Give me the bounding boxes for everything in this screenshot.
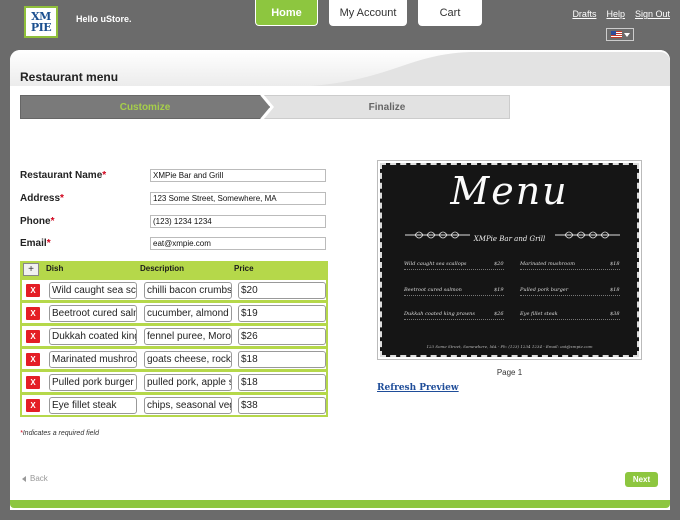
remove-dish-button[interactable]: X bbox=[26, 399, 40, 412]
page-title: Restaurant menu bbox=[20, 70, 119, 84]
language-select[interactable] bbox=[606, 28, 634, 41]
preview-item-price: $19 bbox=[494, 287, 504, 293]
preview-item-name: Dukkah coated king prawns bbox=[404, 311, 475, 317]
dish-row: X Pulled pork burger pulled pork, apple … bbox=[22, 372, 326, 392]
bottom-accent-bar bbox=[10, 500, 670, 508]
dish-row: X Wild caught sea scallops chilli bacon … bbox=[22, 280, 326, 300]
main-panel: Restaurant menu Finalize Customize Resta… bbox=[10, 50, 670, 510]
greeting: Hello uStore. bbox=[76, 14, 132, 24]
dish-price-input[interactable]: $26 bbox=[238, 328, 326, 345]
dish-description-input[interactable]: fennel puree, Moroccan spice bbox=[144, 328, 232, 345]
back-button[interactable]: Back bbox=[22, 474, 48, 483]
email-row: Email* eat@xmpie.com bbox=[20, 235, 326, 251]
dish-name-input[interactable]: Beetroot cured salmon bbox=[49, 305, 137, 322]
preview-item-name: Pulled pork burger bbox=[520, 287, 569, 293]
dish-name-input[interactable]: Marinated mushrooms bbox=[49, 351, 137, 368]
us-flag-icon bbox=[610, 31, 622, 38]
preview-item-desc-line bbox=[520, 295, 620, 297]
remove-dish-button[interactable]: X bbox=[26, 376, 40, 389]
dish-name-input[interactable]: Wild caught sea scallops bbox=[49, 282, 137, 299]
dish-description-input[interactable]: chilli bacon crumbs, lemon bbox=[144, 282, 232, 299]
dish-price-input[interactable]: $19 bbox=[238, 305, 326, 322]
preview-item-name: Beetroot cured salmon bbox=[404, 287, 462, 293]
xmpie-logo[interactable]: XM PIE bbox=[24, 6, 58, 38]
dish-name-input[interactable]: Pulled pork burger bbox=[49, 374, 137, 391]
dish-row: X Marinated mushrooms goats cheese, rock… bbox=[22, 349, 326, 369]
chevron-down-icon bbox=[623, 32, 630, 37]
preview-item-name: Marinated mushroom bbox=[520, 261, 575, 267]
address-input[interactable]: 123 Some Street, Somewhere, MA bbox=[150, 191, 326, 205]
dish-row: X Eye fillet steak chips, seasonal veget… bbox=[22, 395, 326, 415]
phone-input[interactable]: (123) 1234 1234 bbox=[150, 214, 326, 228]
dish-description-input[interactable]: cucumber, almond cream bbox=[144, 305, 232, 322]
drafts-link[interactable]: Drafts bbox=[572, 9, 596, 19]
nav-tab-my-account[interactable]: My Account bbox=[329, 0, 407, 26]
preview-footer: 123 Some Street, Somewhere, MA - Ph: (12… bbox=[426, 344, 593, 349]
nav-tab-home[interactable]: Home bbox=[255, 0, 318, 26]
sign-out-link[interactable]: Sign Out bbox=[635, 9, 670, 19]
preview-item-desc-line bbox=[520, 319, 620, 321]
help-link[interactable]: Help bbox=[606, 9, 625, 19]
preview-item-name: Eye fillet steak bbox=[520, 311, 558, 317]
dish-price-input[interactable]: $38 bbox=[238, 397, 326, 414]
phone-label: Phone* bbox=[20, 215, 55, 227]
chalkboard-preview-image: Menu XMPie Bar and Grill Wild caught sea… bbox=[380, 163, 639, 357]
column-header-dish: Dish bbox=[46, 264, 64, 273]
back-label: Back bbox=[30, 474, 48, 483]
phone-row: Phone* (123) 1234 1234 bbox=[20, 213, 326, 229]
required-field-note: *Indicates a required field bbox=[20, 430, 100, 437]
remove-dish-button[interactable]: X bbox=[26, 353, 40, 366]
restaurant-name-row: Restaurant Name* XMPie Bar and Grill bbox=[20, 167, 326, 183]
preview-item-desc-line bbox=[404, 319, 504, 321]
dish-name-input[interactable]: Eye fillet steak bbox=[49, 397, 137, 414]
preview-item-desc-line bbox=[404, 295, 504, 297]
dish-price-input[interactable]: $18 bbox=[238, 374, 326, 391]
email-label: Email* bbox=[20, 237, 51, 249]
step-customize[interactable]: Customize bbox=[20, 95, 270, 119]
preview-item-price: $20 bbox=[494, 261, 504, 267]
preview-item-desc-line bbox=[404, 269, 504, 271]
column-header-price: Price bbox=[234, 264, 254, 273]
logo-text-bottom: PIE bbox=[30, 21, 52, 34]
dish-name-input[interactable]: Dukkah coated king prawns bbox=[49, 328, 137, 345]
menu-preview: Menu XMPie Bar and Grill Wild caught sea… bbox=[377, 160, 642, 360]
address-row: Address* 123 Some Street, Somewhere, MA bbox=[20, 190, 326, 206]
restaurant-name-label: Restaurant Name* bbox=[20, 169, 107, 181]
column-header-description: Description bbox=[140, 264, 185, 273]
preview-item-price: $26 bbox=[494, 311, 504, 317]
remove-dish-button[interactable]: X bbox=[26, 284, 40, 297]
preview-item-price: $38 bbox=[610, 311, 620, 317]
dish-description-input[interactable]: chips, seasonal vegetables bbox=[144, 397, 232, 414]
remove-dish-button[interactable]: X bbox=[26, 307, 40, 320]
dishes-table: + Dish Description Price X Wild caught s… bbox=[20, 261, 328, 417]
top-links: Drafts Help Sign Out bbox=[572, 9, 670, 19]
preview-item-price: $18 bbox=[610, 287, 620, 293]
step-finalize[interactable]: Finalize bbox=[264, 95, 510, 119]
dish-price-input[interactable]: $20 bbox=[238, 282, 326, 299]
next-button[interactable]: Next bbox=[625, 472, 658, 487]
email-input[interactable]: eat@xmpie.com bbox=[150, 236, 326, 250]
preview-item-desc-line bbox=[520, 269, 620, 271]
preview-page-label: Page 1 bbox=[496, 368, 523, 377]
wizard-steps: Finalize Customize bbox=[20, 95, 510, 121]
preview-item-name: Wild caught sea scallops bbox=[404, 261, 467, 267]
dish-row: X Beetroot cured salmon cucumber, almond… bbox=[22, 303, 326, 323]
remove-dish-button[interactable]: X bbox=[26, 330, 40, 343]
add-dish-button[interactable]: + bbox=[23, 263, 39, 276]
refresh-preview-link[interactable]: Refresh Preview bbox=[377, 383, 459, 393]
dish-description-input[interactable]: pulled pork, apple slaw bbox=[144, 374, 232, 391]
dish-price-input[interactable]: $18 bbox=[238, 351, 326, 368]
restaurant-name-input[interactable]: XMPie Bar and Grill bbox=[150, 168, 326, 182]
preview-menu-title: Menu bbox=[450, 169, 569, 213]
preview-item-price: $18 bbox=[610, 261, 620, 267]
dish-row: X Dukkah coated king prawns fennel puree… bbox=[22, 326, 326, 346]
nav-tab-cart[interactable]: Cart bbox=[418, 0, 482, 26]
preview-restaurant-name: XMPie Bar and Grill bbox=[473, 235, 546, 243]
dishes-header: + Dish Description Price bbox=[22, 263, 326, 277]
address-label: Address* bbox=[20, 192, 64, 204]
top-bar: XM PIE Hello uStore. Home My Account Car… bbox=[0, 0, 680, 52]
dish-description-input[interactable]: goats cheese, rocket bbox=[144, 351, 232, 368]
back-arrow-icon bbox=[22, 475, 26, 482]
